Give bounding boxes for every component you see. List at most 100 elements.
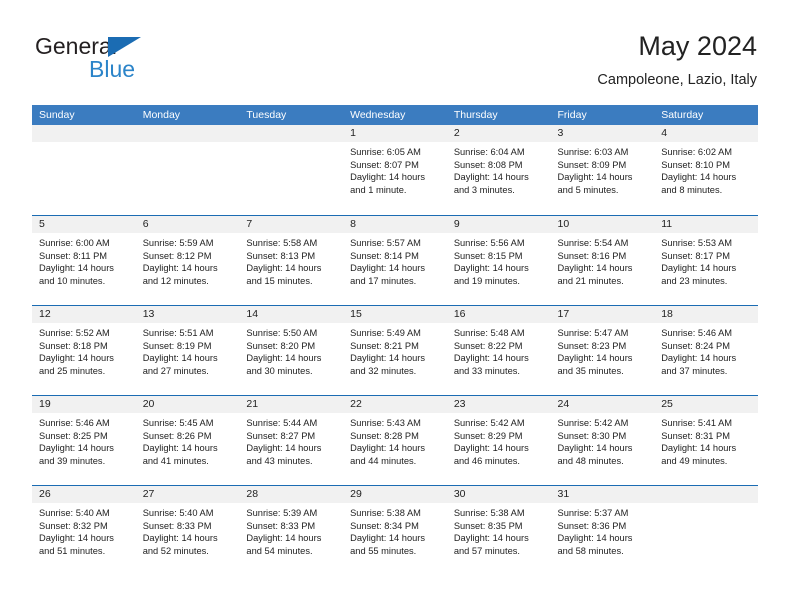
daylight-text-line1: Daylight: 14 hours (453, 353, 529, 364)
calendar-day-cell[interactable]: 11 Sunrise: 5:53 AM Sunset: 8:17 PM Dayligh… (654, 216, 758, 305)
sunset-text: Sunset: 8:33 PM (246, 520, 316, 531)
daylight-text-line2: and 25 minutes. (39, 365, 106, 376)
calendar-day-cell[interactable]: 16 Sunrise: 5:48 AM Sunset: 8:22 PM Dayligh… (446, 306, 551, 395)
day-number-band: 7 (239, 216, 344, 233)
day-number: 14 (246, 308, 259, 320)
calendar-day-cell[interactable]: 5 Sunrise: 6:00 AM Sunset: 8:11 PM Daylight… (32, 216, 136, 305)
calendar-day-cell[interactable]: 25 Sunrise: 5:41 AM Sunset: 8:31 PM Dayligh… (654, 396, 758, 485)
daylight-text-line2: and 43 minutes. (246, 455, 313, 466)
calendar-day-cell[interactable]: 3 Sunrise: 6:03 AM Sunset: 8:09 PM Daylight… (550, 125, 655, 215)
day-number-band (239, 125, 344, 142)
calendar-day-cell[interactable]: 22 Sunrise: 5:43 AM Sunset: 8:28 PM Dayligh… (343, 396, 447, 485)
weekday-header-friday: Friday (557, 109, 587, 121)
sunrise-text: Sunrise: 5:42 AM (453, 418, 525, 428)
daylight-text-line1: Daylight: 14 hours (142, 443, 218, 454)
calendar-day-cell[interactable]: 17 Sunrise: 5:47 AM Sunset: 8:23 PM Dayligh… (550, 306, 655, 395)
general-blue-logo[interactable]: General Blue (35, 34, 275, 90)
calendar-day-cell[interactable]: 2 Sunrise: 6:04 AM Sunset: 8:08 PM Daylight… (446, 125, 551, 215)
calendar-day-cell[interactable]: 15 Sunrise: 5:49 AM Sunset: 8:21 PM Dayligh… (343, 306, 447, 395)
day-details: Sunrise: 5:46 AM Sunset: 8:25 PM Daylight:… (32, 413, 136, 467)
sunrise-text: Sunrise: 5:57 AM (350, 238, 421, 248)
day-details: Sunrise: 5:38 AM Sunset: 8:35 PM Daylight:… (447, 503, 551, 557)
calendar-day-cell[interactable]: 18 Sunrise: 5:46 AM Sunset: 8:24 PM Dayligh… (654, 306, 758, 395)
day-number-band: 2 (446, 125, 551, 142)
day-details: Sunrise: 5:37 AM Sunset: 8:36 PM Daylight:… (551, 503, 655, 557)
day-number: 24 (557, 398, 570, 410)
weekday-header-monday: Monday (142, 109, 181, 121)
calendar-weeks: 1 Sunrise: 6:05 AM Sunset: 8:07 PM Daylight… (32, 125, 758, 575)
day-details: Sunrise: 5:47 AM Sunset: 8:23 PM Daylight:… (551, 323, 655, 377)
day-number: 6 (142, 218, 149, 230)
calendar-day-cell[interactable]: 13 Sunrise: 5:51 AM Sunset: 8:19 PM Dayligh… (135, 306, 240, 395)
daylight-text-line1: Daylight: 14 hours (350, 443, 426, 454)
calendar-day-cell[interactable]: 24 Sunrise: 5:42 AM Sunset: 8:30 PM Dayligh… (550, 396, 655, 485)
sunset-text: Sunset: 8:11 PM (39, 250, 108, 261)
day-number-band: 13 (135, 306, 240, 323)
sunset-text: Sunset: 8:34 PM (350, 520, 419, 531)
sunset-text: Sunset: 8:25 PM (39, 430, 108, 441)
calendar-day-cell[interactable]: 20 Sunrise: 5:45 AM Sunset: 8:26 PM Dayligh… (135, 396, 240, 485)
sunrise-text: Sunrise: 6:02 AM (661, 147, 733, 157)
daylight-text-line2: and 27 minutes. (142, 365, 209, 376)
calendar-day-cell[interactable]: 23 Sunrise: 5:42 AM Sunset: 8:29 PM Dayligh… (446, 396, 551, 485)
calendar-day-cell[interactable]: 14 Sunrise: 5:50 AM Sunset: 8:20 PM Dayligh… (239, 306, 344, 395)
daylight-text-line1: Daylight: 14 hours (453, 263, 529, 274)
sunset-text: Sunset: 8:33 PM (142, 520, 212, 531)
day-number-band: 27 (135, 486, 240, 503)
weekday-header-wednesday: Wednesday (350, 109, 406, 121)
calendar-day-cell[interactable]: 27 Sunrise: 5:40 AM Sunset: 8:33 PM Dayligh… (135, 486, 240, 575)
calendar-day-cell[interactable]: 26 Sunrise: 5:40 AM Sunset: 8:32 PM Dayligh… (32, 486, 136, 575)
sunrise-text: Sunrise: 5:39 AM (246, 508, 318, 518)
day-details: Sunrise: 5:54 AM Sunset: 8:16 PM Daylight:… (551, 233, 655, 287)
calendar-day-cell[interactable]: 8 Sunrise: 5:57 AM Sunset: 8:14 PM Daylight… (343, 216, 447, 305)
daylight-text-line2: and 57 minutes. (453, 545, 520, 556)
daylight-text-line1: Daylight: 14 hours (661, 443, 737, 454)
calendar-day-cell[interactable]: 31 Sunrise: 5:37 AM Sunset: 8:36 PM Dayligh… (550, 486, 655, 575)
calendar-week-row: 12 Sunrise: 5:52 AM Sunset: 8:18 PM Dayligh… (32, 305, 758, 395)
day-number: 22 (350, 398, 362, 410)
sunset-text: Sunset: 8:22 PM (453, 340, 523, 351)
calendar-week-row: 1 Sunrise: 6:05 AM Sunset: 8:07 PM Daylight… (32, 125, 758, 215)
sunset-text: Sunset: 8:35 PM (453, 520, 523, 531)
day-number: 2 (453, 127, 460, 139)
day-details: Sunrise: 5:45 AM Sunset: 8:26 PM Daylight:… (136, 413, 240, 467)
day-number: 4 (661, 127, 668, 139)
sunrise-text: Sunrise: 5:40 AM (142, 508, 214, 518)
daylight-text-line1: Daylight: 14 hours (453, 443, 529, 454)
daylight-text-line2: and 39 minutes. (39, 455, 106, 466)
day-number: 13 (142, 308, 155, 320)
daylight-text-line2: and 33 minutes. (453, 365, 520, 376)
calendar-day-cell[interactable]: 1 Sunrise: 6:05 AM Sunset: 8:07 PM Daylight… (343, 125, 447, 215)
day-details: Sunrise: 5:48 AM Sunset: 8:22 PM Daylight:… (447, 323, 551, 377)
calendar-day-cell[interactable]: 12 Sunrise: 5:52 AM Sunset: 8:18 PM Dayligh… (32, 306, 136, 395)
day-number: 8 (350, 218, 356, 230)
daylight-text-line1: Daylight: 14 hours (142, 533, 218, 544)
calendar-day-cell[interactable]: 28 Sunrise: 5:39 AM Sunset: 8:33 PM Dayligh… (239, 486, 344, 575)
calendar-day-cell[interactable]: 30 Sunrise: 5:38 AM Sunset: 8:35 PM Dayligh… (446, 486, 551, 575)
calendar-day-cell[interactable]: 29 Sunrise: 5:38 AM Sunset: 8:34 PM Dayligh… (343, 486, 447, 575)
day-number-band: 6 (135, 216, 240, 233)
calendar-week-row: 26 Sunrise: 5:40 AM Sunset: 8:32 PM Dayligh… (32, 485, 758, 575)
day-number-band: 30 (446, 486, 551, 503)
daylight-text-line1: Daylight: 14 hours (557, 353, 633, 364)
day-number-band (654, 486, 758, 503)
calendar-day-cell-empty (654, 486, 758, 575)
logo-triangle-icon (108, 37, 141, 57)
daylight-text-line2: and 49 minutes. (661, 455, 728, 466)
day-number-band (135, 125, 240, 142)
calendar-day-cell[interactable]: 19 Sunrise: 5:46 AM Sunset: 8:25 PM Dayligh… (32, 396, 136, 485)
page-title: May 2024 (638, 31, 757, 61)
sunrise-text: Sunrise: 5:46 AM (661, 328, 733, 338)
day-number: 29 (350, 488, 362, 500)
day-details: Sunrise: 5:49 AM Sunset: 8:21 PM Daylight:… (343, 323, 447, 377)
calendar-day-cell[interactable]: 21 Sunrise: 5:44 AM Sunset: 8:27 PM Dayligh… (239, 396, 344, 485)
sunrise-text: Sunrise: 5:46 AM (39, 418, 110, 428)
daylight-text-line2: and 58 minutes. (557, 545, 624, 556)
calendar-day-cell[interactable]: 7 Sunrise: 5:58 AM Sunset: 8:13 PM Daylight… (239, 216, 344, 305)
daylight-text-line1: Daylight: 14 hours (661, 353, 737, 364)
calendar-day-cell[interactable]: 4 Sunrise: 6:02 AM Sunset: 8:10 PM Daylight… (654, 125, 758, 215)
calendar-day-cell[interactable]: 10 Sunrise: 5:54 AM Sunset: 8:16 PM Dayligh… (550, 216, 655, 305)
calendar-day-cell[interactable]: 6 Sunrise: 5:59 AM Sunset: 8:12 PM Daylight… (135, 216, 240, 305)
calendar-day-cell[interactable]: 9 Sunrise: 5:56 AM Sunset: 8:15 PM Daylight… (446, 216, 551, 305)
calendar-page: General Blue May 2024 Campoleone, Lazio,… (0, 0, 792, 612)
